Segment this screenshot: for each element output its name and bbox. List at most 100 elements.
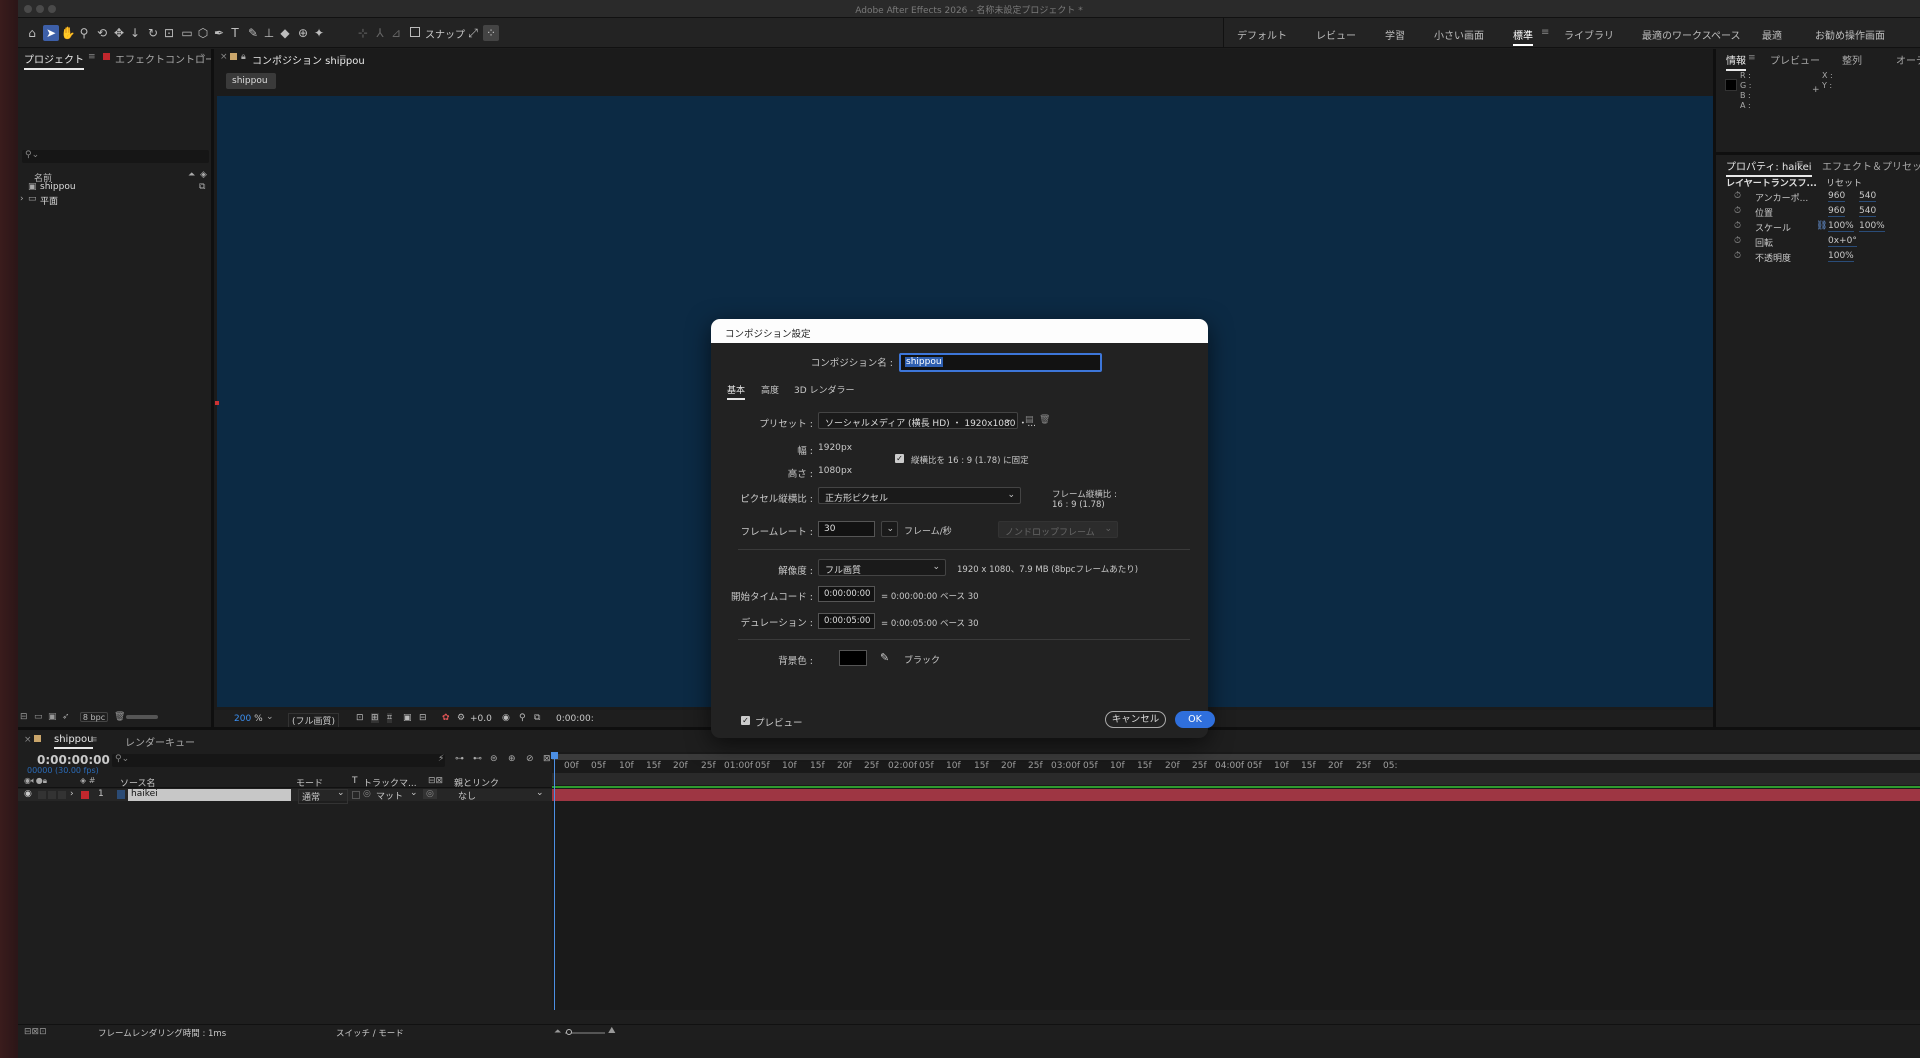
project-search-input[interactable]: ⚲⌄	[22, 150, 209, 163]
chevron-right-icon[interactable]: ›	[70, 789, 74, 799]
background-color-swatch[interactable]	[839, 650, 867, 666]
property-value-2[interactable]: 540	[1859, 191, 1877, 202]
workspace-review[interactable]: レビュー	[1316, 27, 1356, 42]
tab-timeline[interactable]: shippou	[54, 734, 94, 749]
stopwatch-icon[interactable]: ⏱	[1734, 236, 1741, 246]
lock-toggle[interactable]	[58, 791, 66, 799]
zoom-in-icon[interactable]: ⛰	[608, 1026, 616, 1036]
timeline-search-input[interactable]: ⚲⌄	[112, 754, 445, 767]
motion-blur-icon[interactable]: ⊜	[490, 754, 498, 764]
chevron-down-icon[interactable]: ⌄	[536, 788, 544, 798]
exposure-value[interactable]: +0.0	[470, 714, 492, 724]
tab-audio[interactable]: オーデ	[1896, 52, 1920, 67]
comp-name-input[interactable]: shippou	[899, 353, 1102, 372]
lock-icon[interactable]: 🔒︎	[241, 52, 246, 62]
t-header[interactable]: T	[352, 776, 358, 786]
work-area-bar[interactable]	[552, 754, 1920, 760]
puppet-pin-tool-icon[interactable]: ✦	[311, 25, 327, 41]
width-value[interactable]: 1920	[818, 443, 841, 453]
stopwatch-icon[interactable]: ⏱	[1734, 206, 1741, 216]
new-composition-icon[interactable]: ▣	[48, 712, 57, 722]
chevron-right-icon[interactable]: ›	[20, 194, 24, 204]
stopwatch-icon[interactable]: ⏱	[1734, 221, 1741, 231]
workspace-optimal[interactable]: 最適のワークスペース	[1642, 27, 1741, 42]
3d-box-icon[interactable]: ⬡	[195, 25, 211, 41]
lock-aspect-checkbox[interactable]: ✓	[895, 454, 904, 463]
track-matte-dropdown[interactable]: マット	[376, 789, 403, 802]
brush-tool-icon[interactable]: ✎	[245, 25, 261, 41]
guides-icon[interactable]: ⊟	[419, 713, 427, 723]
tab-preview[interactable]: プレビュー	[1770, 52, 1820, 67]
property-value-1[interactable]: 0x+0°	[1828, 236, 1857, 247]
chevron-down-icon[interactable]: ⌄	[337, 788, 345, 798]
eye-icon[interactable]: ◉	[24, 789, 32, 799]
interpret-footage-icon[interactable]: ⊟	[20, 712, 28, 722]
panel-menu-icon[interactable]: ≡	[1748, 53, 1756, 63]
transparency-grid-icon[interactable]: ⊞	[371, 713, 379, 723]
new-folder-icon[interactable]: ▭	[34, 712, 43, 722]
exposure-reset-icon[interactable]: ⚙	[457, 713, 465, 723]
delete-preset-icon[interactable]: 🗑	[1039, 415, 1050, 425]
tab-basic[interactable]: 基本	[727, 383, 746, 400]
orbit-camera-icon[interactable]: ⟲	[94, 25, 110, 41]
chevron-down-icon[interactable]: ⌄	[410, 788, 418, 798]
preset-dropdown[interactable]: ソーシャルメディア (横長 HD) ・ 1920x1080 ・... ⌄	[818, 412, 1036, 429]
show-snapshot-icon[interactable]: ⚲	[519, 713, 526, 723]
axis-local-icon[interactable]: ⊹	[355, 25, 371, 41]
workspace-learn[interactable]: 学習	[1385, 27, 1405, 42]
track-matte-header[interactable]: トラックマ...	[363, 776, 417, 789]
audio-toggle[interactable]	[38, 791, 46, 799]
workspace-small-screen[interactable]: 小さい画面	[1434, 27, 1484, 42]
preserve-transparency-toggle[interactable]	[352, 791, 360, 799]
snapshot-icon[interactable]: ◉	[502, 713, 510, 723]
draft-3d-icon[interactable]: ⚡	[438, 754, 444, 764]
rectangle-tool-icon[interactable]: ▭	[179, 25, 195, 41]
preview-checkbox[interactable]: ✓	[741, 716, 750, 725]
snap-feature-icon[interactable]: ⁘	[483, 25, 499, 41]
panel-overflow-icon[interactable]: »	[200, 51, 206, 61]
tab-align[interactable]: 整列	[1842, 52, 1862, 67]
matte-source-icon[interactable]: ◎	[363, 789, 371, 799]
workspace-recommended[interactable]: お勧め操作画面	[1815, 27, 1885, 42]
save-preset-icon[interactable]: ▤	[1025, 415, 1034, 425]
comp-chip[interactable]: shippou	[226, 73, 276, 89]
reset-link[interactable]: リセット	[1826, 176, 1862, 189]
panel-menu-icon[interactable]: ≡	[339, 53, 347, 63]
panel-menu-icon[interactable]: ≡	[90, 735, 98, 745]
zoom-tool-icon[interactable]: ⚲	[76, 25, 92, 41]
list-item[interactable]: › ▭ 平面	[18, 194, 211, 207]
duration-input[interactable]: 0:00:05:00	[818, 613, 875, 629]
mode-header[interactable]: モード	[296, 776, 323, 789]
bit-depth-button[interactable]: 8 bpc	[80, 712, 108, 722]
ok-button[interactable]: OK	[1175, 711, 1215, 728]
table-row[interactable]: ◉ › 1 haikei 通常 ⌄ ◎ マット ⌄ ◎ なし ⌄	[18, 788, 552, 804]
workspace-standard[interactable]: 標準	[1513, 27, 1533, 46]
cancel-button[interactable]: キャンセル	[1105, 711, 1166, 728]
trash-icon[interactable]: 🗑	[114, 712, 125, 722]
link-icon[interactable]: ⊘	[526, 754, 534, 764]
pan-camera-icon[interactable]: ✥	[111, 25, 127, 41]
home-icon[interactable]: ⌂	[24, 25, 40, 41]
tab-advanced[interactable]: 高度	[761, 383, 779, 396]
axis-world-icon[interactable]: ⅄	[372, 25, 388, 41]
zoom-out-icon[interactable]: ⏶	[554, 1027, 561, 1037]
tab-render-queue[interactable]: レンダーキュー	[125, 734, 195, 749]
property-value-1[interactable]: 960	[1828, 206, 1846, 217]
current-time-display[interactable]: 0:00:00:	[556, 714, 594, 724]
solo-toggle[interactable]	[48, 791, 56, 799]
property-row[interactable]: ⏱ 回転 0x+0°	[1716, 236, 1920, 249]
eraser-tool-icon[interactable]: ◆	[277, 25, 293, 41]
frame-rate-dropdown[interactable]: ⌄	[881, 521, 898, 537]
shy-icon[interactable]: ⊶	[455, 754, 464, 764]
property-value-2[interactable]: 100%	[1859, 221, 1885, 232]
axis-view-icon[interactable]: ⊿	[388, 25, 404, 41]
pen-tool-icon[interactable]: ✒	[211, 25, 227, 41]
constrain-proportions-icon[interactable]: ⛓	[1816, 221, 1827, 231]
playhead[interactable]	[554, 752, 555, 1010]
zoom-slider-knob[interactable]	[566, 1029, 572, 1035]
tab-info[interactable]: 情報	[1726, 52, 1746, 71]
fit-view-icon[interactable]: ⊡	[356, 713, 364, 723]
source-name-header[interactable]: ソース名	[120, 776, 156, 789]
chevron-down-icon[interactable]: ⌄	[266, 712, 274, 722]
toggle-switches-modes[interactable]: スイッチ / モード	[336, 1027, 404, 1039]
